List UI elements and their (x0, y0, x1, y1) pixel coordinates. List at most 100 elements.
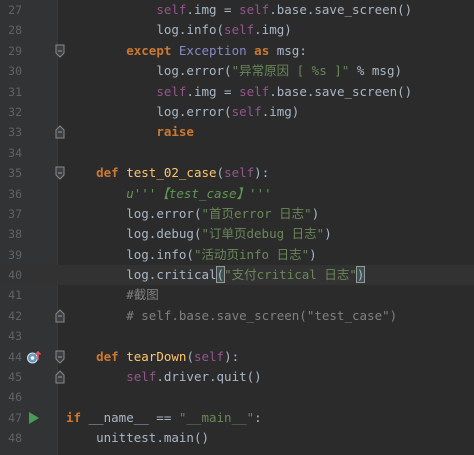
line-code[interactable]: log.critical("支付critical 日志") (66, 265, 366, 285)
fold-open-icon[interactable] (55, 44, 65, 58)
code-line[interactable]: 43 (0, 326, 474, 346)
code-line[interactable]: 29 except Exception as msg: (0, 41, 474, 61)
code-editor[interactable]: 27 self.img = self.base.save_screen() 28 … (0, 0, 474, 455)
token-self: self (126, 369, 157, 385)
code-lines[interactable]: 27 self.img = self.base.save_screen() 28 … (0, 0, 474, 449)
token-self: self (224, 165, 255, 181)
line-number: 46 (8, 390, 22, 405)
line-code[interactable]: log.error(self.img) (66, 102, 299, 122)
line-code[interactable]: log.info("活动页info 日志") (66, 245, 317, 265)
code-line[interactable]: 32 log.error(self.img) (0, 102, 474, 122)
line-code[interactable]: self.driver.quit() (66, 367, 261, 387)
line-code[interactable]: except Exception as msg: (66, 41, 307, 61)
code-line[interactable]: 37 log.error("首页error 日志") (0, 204, 474, 224)
code-line[interactable]: 39 log.info("活动页info 日志") (0, 245, 474, 265)
code-line[interactable]: 46 (0, 387, 474, 407)
line-number: 30 (8, 64, 22, 79)
line-code[interactable]: # self.base.save_screen("test_case") (66, 306, 397, 326)
line-number: 34 (8, 145, 22, 160)
line-code[interactable]: self.img = self.base.save_screen() (66, 0, 412, 20)
token-str: "订单页debug 日志" (201, 226, 325, 242)
line-code[interactable]: def test_02_case(self): (66, 163, 269, 183)
line-code[interactable]: log.debug("订单页debug 日志") (66, 224, 332, 244)
code-line[interactable]: 48 unittest.main() (0, 428, 474, 448)
token-self: self (156, 2, 187, 17)
fold-open-icon[interactable] (55, 350, 65, 364)
token: ) (309, 246, 317, 262)
code-line[interactable]: 30 log.error("异常原因 [ %s ]" % msg) (0, 61, 474, 81)
line-code[interactable]: log.info(self.img) (66, 20, 292, 40)
fold-close-icon[interactable] (55, 370, 65, 384)
fold-close-icon[interactable] (55, 125, 65, 139)
code-line[interactable]: 40 log.critical("支付critical 日志") (0, 265, 474, 286)
line-number: 29 (8, 43, 22, 58)
code-line[interactable]: 28 log.info(self.img) (0, 20, 474, 40)
line-code[interactable]: log.error("首页error 日志") (66, 204, 319, 224)
override-method-icon[interactable] (27, 350, 41, 364)
token: : (254, 409, 262, 425)
fold-close-icon[interactable] (55, 309, 65, 323)
line-code[interactable]: unittest.main() (66, 428, 209, 448)
token: log.error( (156, 103, 232, 119)
line-number: 32 (8, 104, 22, 119)
token: .img) (261, 103, 300, 119)
code-line[interactable]: 35 def test_02_case(self): (0, 163, 474, 183)
token-brace: ) (355, 266, 366, 284)
line-number: 41 (8, 288, 22, 303)
line-code[interactable]: self.img = self.base.save_screen() (66, 82, 412, 102)
token: ) (324, 226, 332, 242)
run-arrow-icon[interactable] (27, 411, 41, 425)
token-cmt: #截图 (126, 287, 159, 303)
token: ): (224, 348, 240, 364)
fold-open-icon[interactable] (55, 166, 65, 180)
code-line[interactable]: 31 self.img = self.base.save_screen() (0, 82, 474, 102)
code-line[interactable]: 44 def tearDown(self): (0, 347, 474, 367)
code-line[interactable]: 41 #截图 (0, 285, 474, 305)
token: log.critical (126, 267, 217, 283)
token-kw: raise (156, 124, 194, 140)
token-kw: as (254, 42, 270, 58)
line-number: 48 (8, 431, 22, 446)
code-line[interactable]: 33 raise (0, 122, 474, 142)
line-number: 45 (8, 370, 22, 385)
line-code[interactable]: #截图 (66, 285, 159, 305)
token-self: self (193, 348, 225, 364)
code-line[interactable]: 27 self.img = self.base.save_screen() (0, 0, 474, 20)
code-line[interactable]: 36 u'''【test_case】''' (0, 184, 474, 204)
line-number: 37 (8, 206, 22, 221)
line-number: 36 (8, 186, 22, 201)
code-line[interactable]: 42 # self.base.save_screen("test_case") (0, 306, 474, 326)
token-fn: test_02_case (126, 165, 217, 181)
line-code[interactable]: if __name__ == "__main__": (66, 408, 262, 428)
token: .img) (254, 22, 292, 38)
token-str: "异常原因 [ %s ]" (231, 63, 350, 79)
code-line[interactable]: 38 log.debug("订单页debug 日志") (0, 224, 474, 244)
line-number: 31 (8, 84, 22, 99)
token-kw: if (66, 409, 89, 425)
token: ( (186, 348, 194, 364)
code-line[interactable]: 45 self.driver.quit() (0, 367, 474, 387)
token: log.info( (156, 22, 225, 38)
line-code[interactable]: u'''【test_case】''' (66, 184, 271, 204)
line-code[interactable]: log.error("异常原因 [ %s ]" % msg) (66, 61, 402, 81)
line-code[interactable]: def tearDown(self): (66, 347, 239, 367)
token: .img = (186, 83, 240, 99)
token-self: self (156, 83, 187, 99)
token-fn: tearDown (126, 348, 187, 364)
line-number: 44 (8, 349, 22, 364)
token: log.debug( (126, 226, 202, 242)
code-line[interactable]: 47 if __name__ == "__main__": (0, 408, 474, 428)
code-line[interactable]: 34 (0, 143, 474, 163)
line-code[interactable]: raise (66, 122, 194, 142)
